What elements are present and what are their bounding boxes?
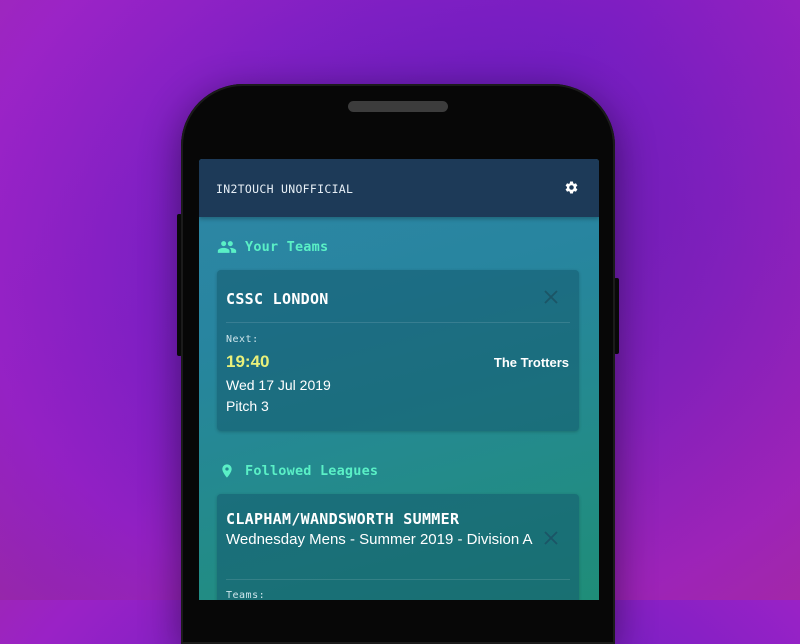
app-bar: IN2TOUCH UNOFFICIAL: [199, 159, 599, 217]
close-icon[interactable]: [544, 531, 558, 545]
gear-icon[interactable]: [564, 180, 579, 195]
match-date: Wed 17 Jul 2019: [226, 377, 331, 393]
team-card[interactable]: CSSC LONDON Next: 19:40 The Trotters Wed…: [217, 270, 579, 431]
league-card[interactable]: CLAPHAM/WANDSWORTH SUMMER Wednesday Mens…: [217, 494, 579, 600]
league-subtitle: Wednesday Mens - Summer 2019 - Division …: [226, 531, 533, 548]
location-pin-icon: [222, 464, 232, 478]
close-icon[interactable]: [544, 290, 558, 304]
match-time: 19:40: [226, 352, 270, 371]
league-name: CLAPHAM/WANDSWORTH SUMMER: [226, 510, 460, 528]
app-screen: IN2TOUCH UNOFFICIAL Your Teams CSSC LOND…: [199, 159, 599, 600]
card-divider: [226, 322, 570, 323]
card-divider: [226, 579, 570, 580]
opponent-name: The Trotters: [493, 355, 569, 370]
team-name: CSSC LONDON: [226, 290, 329, 308]
people-icon: [217, 241, 237, 253]
app-title: IN2TOUCH UNOFFICIAL: [216, 182, 354, 196]
phone-speaker: [348, 101, 448, 112]
section-header-teams: Your Teams: [217, 237, 328, 257]
next-label: Next:: [226, 334, 259, 345]
section-title-teams: Your Teams: [245, 239, 329, 255]
section-title-leagues: Followed Leagues: [245, 463, 379, 479]
match-pitch: Pitch 3: [226, 398, 269, 414]
teams-label: Teams:: [226, 590, 266, 600]
section-header-leagues: Followed Leagues: [217, 461, 378, 481]
